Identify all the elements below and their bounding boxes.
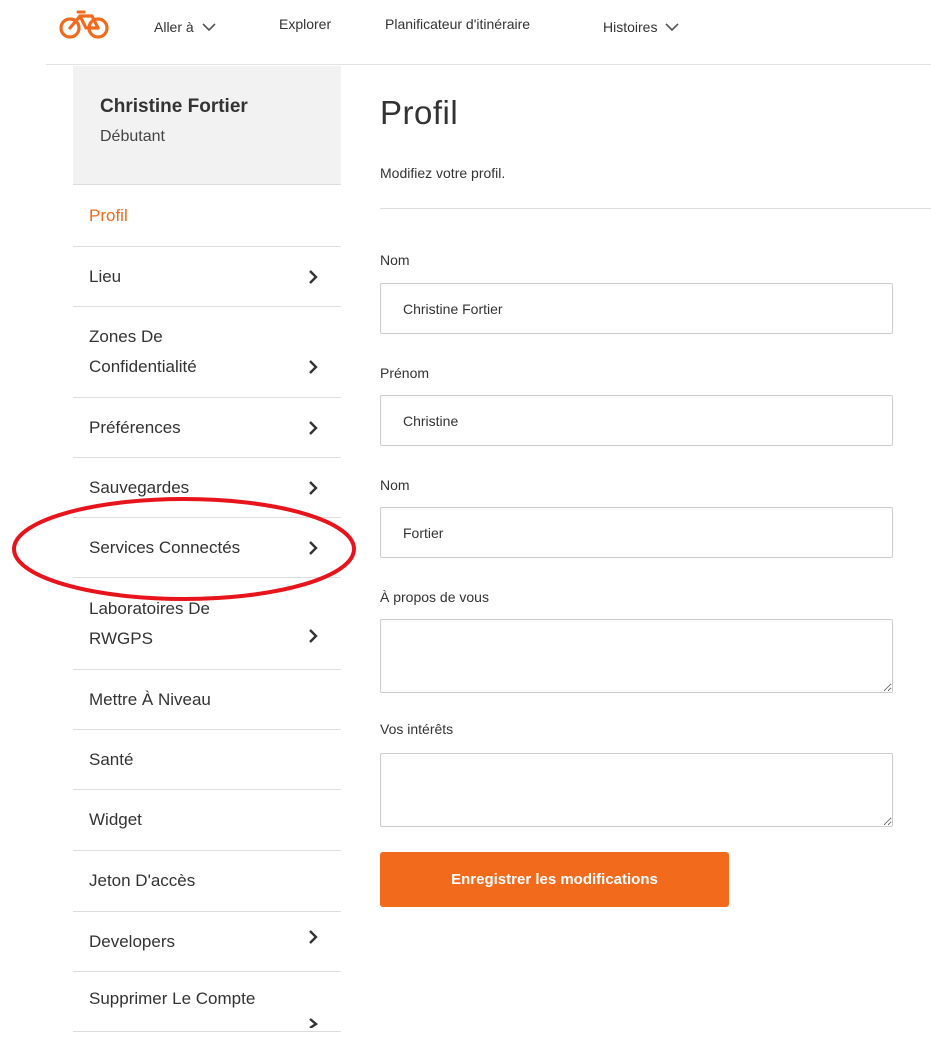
sidebar-item-profile[interactable]: Profil: [73, 184, 341, 247]
chevron-right-icon: [309, 930, 318, 944]
sidebar-item-label: Developers: [89, 931, 175, 951]
top-nav: Aller à Explorer Planificateur d'itinéra…: [0, 0, 931, 48]
nav-planner-link[interactable]: Planificateur d'itinéraire: [385, 16, 530, 32]
page-title: Profil: [380, 94, 459, 131]
nav-divider: [46, 64, 931, 65]
sidebar-item-developers[interactable]: Developers: [73, 912, 341, 972]
nav-explore-label: Explorer: [279, 16, 332, 32]
last-name-input[interactable]: [380, 507, 893, 558]
chevron-right-icon: [309, 480, 318, 495]
sidebar-item-label: Zones De Confidentialité: [89, 327, 197, 376]
sidebar-item-backups[interactable]: Sauvegardes: [73, 458, 341, 518]
sidebar-item-connected-services[interactable]: Services Connectés: [73, 518, 341, 578]
first-name-input[interactable]: [380, 395, 893, 446]
sidebar-item-label: Sauvegardes: [89, 477, 190, 497]
chevron-down-icon: [202, 23, 216, 32]
chevron-right-icon: [309, 540, 318, 555]
about-textarea[interactable]: [380, 619, 893, 693]
chevron-down-icon: [665, 23, 680, 32]
last-name-label: Nom: [380, 477, 410, 493]
nav-planner-label: Planificateur d'itinéraire: [385, 16, 531, 32]
user-level: Débutant: [100, 128, 165, 145]
sidebar-item-location[interactable]: Lieu: [73, 247, 341, 307]
sidebar-item-health[interactable]: Santé: [73, 730, 341, 790]
interests-textarea[interactable]: [380, 753, 893, 827]
nav-stories-label: Histoires: [603, 19, 658, 35]
nav-goto-menu[interactable]: Aller à: [154, 19, 216, 35]
nav-goto-label: Aller à: [154, 19, 194, 35]
sidebar-item-label: Préférences: [89, 417, 181, 437]
chevron-right-icon: [309, 360, 318, 374]
user-card: Christine Fortier Débutant: [73, 66, 341, 184]
sidebar-item-preferences[interactable]: Préférences: [73, 398, 341, 458]
sidebar-item-privacy-zones[interactable]: Zones De Confidentialité: [73, 307, 341, 398]
chevron-right-icon: [309, 629, 318, 643]
full-name-label: Nom: [380, 252, 410, 268]
sidebar-item-labs[interactable]: Laboratoires De RWGPS: [73, 578, 341, 670]
sidebar-item-label: Profil: [89, 205, 128, 225]
sidebar-item-label: Mettre À Niveau: [89, 689, 211, 709]
user-name: Christine Fortier: [100, 96, 248, 117]
sidebar-item-label: Services Connectés: [89, 537, 241, 557]
sidebar-item-label: Laboratoires De RWGPS: [89, 598, 210, 648]
chevron-right-icon: [309, 1018, 319, 1028]
chevron-right-icon: [309, 420, 318, 435]
settings-sidebar: Christine Fortier Débutant Profil Lieu Z…: [73, 66, 341, 1032]
nav-explore-link[interactable]: Explorer: [279, 16, 331, 32]
sidebar-item-label: Widget: [89, 810, 142, 829]
sidebar-item-label: Lieu: [89, 266, 122, 286]
about-label: À propos de vous: [380, 589, 489, 605]
full-name-input[interactable]: [380, 283, 893, 334]
sidebar-item-upgrade[interactable]: Mettre À Niveau: [73, 670, 341, 730]
sidebar-item-delete-account[interactable]: Supprimer Le Compte: [73, 972, 341, 1032]
page-subtitle: Modifiez votre profil.: [380, 165, 506, 181]
section-divider: [380, 208, 931, 209]
save-changes-button[interactable]: Enregistrer les modifications: [380, 852, 729, 907]
bicycle-icon[interactable]: [58, 8, 114, 40]
sidebar-item-access-token[interactable]: Jeton D'accès: [73, 851, 341, 912]
first-name-label: Prénom: [380, 365, 430, 381]
sidebar-item-label: Supprimer Le Compte: [89, 989, 256, 1008]
nav-stories-menu[interactable]: Histoires: [603, 19, 680, 35]
interests-label: Vos intérêts: [380, 721, 454, 737]
sidebar-item-widget[interactable]: Widget: [73, 790, 341, 851]
sidebar-item-label: Santé: [89, 749, 134, 769]
sidebar-item-label: Jeton D'accès: [89, 871, 196, 890]
chevron-right-icon: [309, 269, 318, 284]
